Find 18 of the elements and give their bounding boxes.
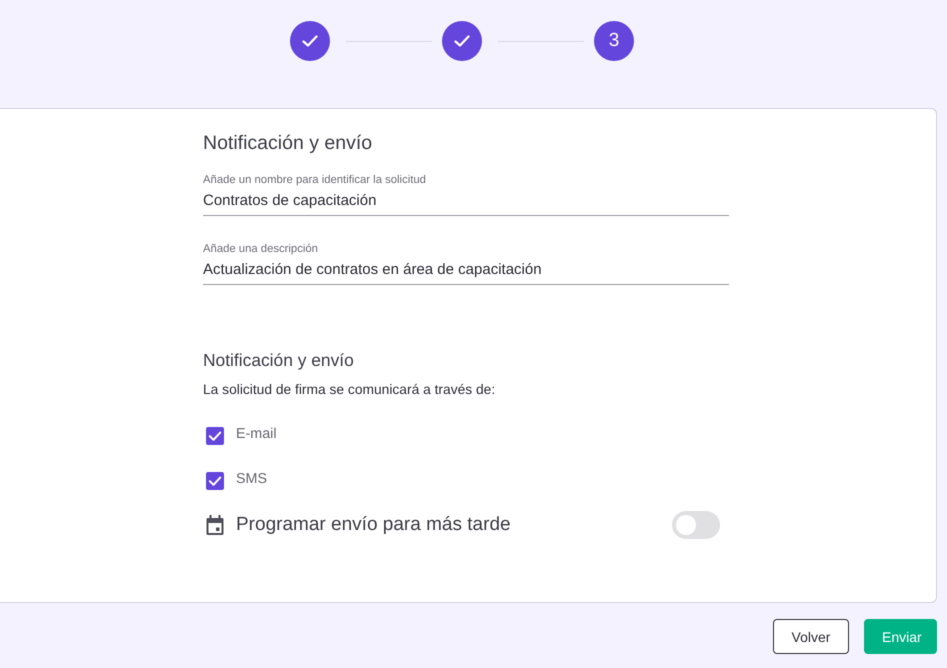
input-field[interactable]: Actualización de contratos en área de capacitación (203, 260, 729, 285)
input-field[interactable]: Contratos de capacitación (203, 191, 729, 216)
checkbox[interactable] (206, 427, 224, 445)
schedule-label: Programar envío para más tarde (236, 514, 511, 536)
calendar-icon (206, 515, 224, 535)
section-title: Notificación y envío (203, 349, 354, 371)
field-label: Añade una descripción (203, 242, 318, 256)
checkbox-label: E-mail (236, 426, 277, 442)
field-label: Añade un nombre para identificar la solicitud (203, 173, 426, 187)
check-icon (302, 35, 318, 47)
back-button[interactable]: Volver (773, 619, 849, 654)
section-description: La solicitud de firma se comunicará a través de: (203, 381, 496, 399)
section-title: Notificación y envío (203, 131, 372, 155)
step-indicator: 3 (594, 21, 634, 61)
checkbox[interactable] (206, 472, 224, 490)
toggle-switch[interactable] (672, 511, 720, 539)
checkbox-label: SMS (236, 470, 267, 486)
check-icon (454, 35, 470, 47)
